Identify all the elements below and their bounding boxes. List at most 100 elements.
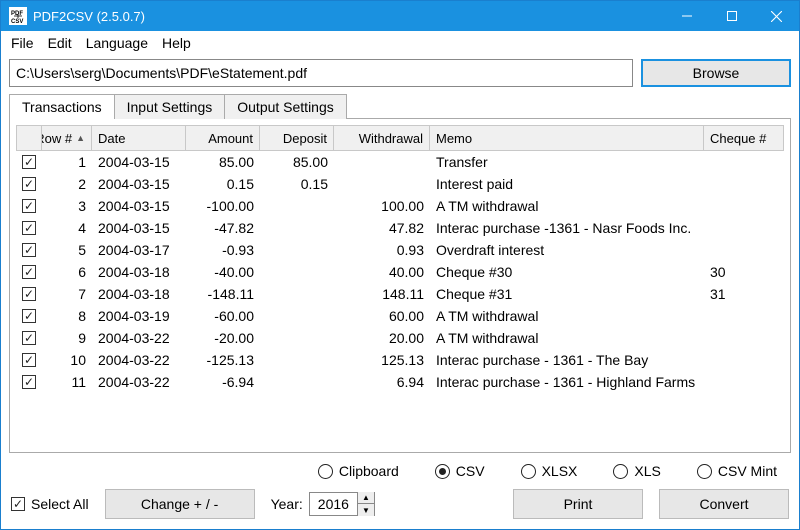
menu-help[interactable]: Help xyxy=(156,33,197,53)
cell-amount: -125.13 xyxy=(186,352,260,368)
minimize-button[interactable] xyxy=(664,1,709,31)
radio-xls[interactable]: XLS xyxy=(613,463,660,479)
col-deposit[interactable]: Deposit xyxy=(259,125,334,151)
checkbox-icon xyxy=(22,331,36,345)
cell-withdrawal: 0.93 xyxy=(334,242,430,258)
col-date[interactable]: Date xyxy=(91,125,186,151)
select-all-checkbox[interactable]: Select All xyxy=(11,496,89,512)
cell-memo: A TM withdrawal xyxy=(430,330,704,346)
table-row[interactable]: 92004-03-22-20.0020.00A TM withdrawal xyxy=(16,327,784,349)
cell-deposit: 0.15 xyxy=(260,176,334,192)
cell-cheque: 30 xyxy=(704,264,784,280)
row-checkbox[interactable] xyxy=(16,243,42,257)
table-row[interactable]: 72004-03-18-148.11148.11Cheque #3131 xyxy=(16,283,784,305)
browse-button[interactable]: Browse xyxy=(641,59,791,87)
cell-cheque: 31 xyxy=(704,286,784,302)
close-button[interactable] xyxy=(754,1,799,31)
cell-amount: -47.82 xyxy=(186,220,260,236)
row-checkbox[interactable] xyxy=(16,353,42,367)
cell-row: 11 xyxy=(42,374,92,390)
col-memo[interactable]: Memo xyxy=(429,125,704,151)
checkbox-icon xyxy=(22,265,36,279)
cell-row: 7 xyxy=(42,286,92,302)
spinner-buttons: ▲ ▼ xyxy=(357,492,374,516)
cell-amount: -100.00 xyxy=(186,198,260,214)
radio-xlsx[interactable]: XLSX xyxy=(521,463,578,479)
file-row: Browse xyxy=(1,55,799,91)
cell-memo: Interac purchase - 1361 - The Bay xyxy=(430,352,704,368)
checkbox-icon xyxy=(22,243,36,257)
cell-amount: -148.11 xyxy=(186,286,260,302)
col-cheque[interactable]: Cheque # xyxy=(703,125,784,151)
checkbox-icon xyxy=(11,497,25,511)
print-button[interactable]: Print xyxy=(513,489,643,519)
output-format-radios: Clipboard CSV XLSX XLS CSV Mint xyxy=(1,453,799,483)
row-checkbox[interactable] xyxy=(16,287,42,301)
transactions-grid: Row #▲ Date Amount Deposit Withdrawal Me… xyxy=(16,125,784,393)
table-row[interactable]: 102004-03-22-125.13125.13Interac purchas… xyxy=(16,349,784,371)
checkbox-icon xyxy=(22,353,36,367)
radio-csv-mint[interactable]: CSV Mint xyxy=(697,463,777,479)
table-row[interactable]: 32004-03-15-100.00100.00A TM withdrawal xyxy=(16,195,784,217)
file-path-input[interactable] xyxy=(9,59,633,87)
checkbox-icon xyxy=(22,309,36,323)
spin-down-icon[interactable]: ▼ xyxy=(358,504,374,516)
radio-icon xyxy=(613,464,628,479)
grid-header: Row #▲ Date Amount Deposit Withdrawal Me… xyxy=(16,125,784,151)
cell-row: 9 xyxy=(42,330,92,346)
radio-icon xyxy=(318,464,333,479)
tab-transactions[interactable]: Transactions xyxy=(9,94,115,119)
col-row[interactable]: Row #▲ xyxy=(41,125,92,151)
row-checkbox[interactable] xyxy=(16,155,42,169)
row-checkbox[interactable] xyxy=(16,309,42,323)
row-checkbox[interactable] xyxy=(16,265,42,279)
tab-strip: Transactions Input Settings Output Setti… xyxy=(9,93,791,118)
tab-output-settings[interactable]: Output Settings xyxy=(224,94,347,119)
year-label: Year: xyxy=(271,496,303,512)
app-window: PDFCSV PDF2CSV (2.5.0.7) File Edit Langu… xyxy=(0,0,800,530)
tab-input-settings[interactable]: Input Settings xyxy=(114,94,226,119)
row-checkbox[interactable] xyxy=(16,199,42,213)
menu-file[interactable]: File xyxy=(5,33,40,53)
year-spinner[interactable]: 2016 ▲ ▼ xyxy=(309,492,375,516)
cell-row: 6 xyxy=(42,264,92,280)
table-row[interactable]: 112004-03-22-6.946.94Interac purchase - … xyxy=(16,371,784,393)
row-checkbox[interactable] xyxy=(16,177,42,191)
maximize-button[interactable] xyxy=(709,1,754,31)
spin-up-icon[interactable]: ▲ xyxy=(358,492,374,504)
cell-amount: -6.94 xyxy=(186,374,260,390)
cell-date: 2004-03-22 xyxy=(92,374,186,390)
cell-withdrawal: 6.94 xyxy=(334,374,430,390)
change-sign-button[interactable]: Change + / - xyxy=(105,489,255,519)
col-amount[interactable]: Amount xyxy=(185,125,260,151)
radio-csv[interactable]: CSV xyxy=(435,463,485,479)
convert-button[interactable]: Convert xyxy=(659,489,789,519)
row-checkbox[interactable] xyxy=(16,221,42,235)
cell-amount: -20.00 xyxy=(186,330,260,346)
table-row[interactable]: 52004-03-17-0.930.93Overdraft interest xyxy=(16,239,784,261)
row-checkbox[interactable] xyxy=(16,331,42,345)
cell-date: 2004-03-15 xyxy=(92,154,186,170)
cell-withdrawal: 40.00 xyxy=(334,264,430,280)
radio-clipboard[interactable]: Clipboard xyxy=(318,463,399,479)
checkbox-icon xyxy=(22,155,36,169)
table-row[interactable]: 62004-03-18-40.0040.00Cheque #3030 xyxy=(16,261,784,283)
cell-date: 2004-03-15 xyxy=(92,176,186,192)
menu-language[interactable]: Language xyxy=(80,33,154,53)
cell-row: 1 xyxy=(42,154,92,170)
table-row[interactable]: 22004-03-150.150.15Interest paid xyxy=(16,173,784,195)
col-check[interactable] xyxy=(16,125,42,151)
table-row[interactable]: 42004-03-15-47.8247.82Interac purchase -… xyxy=(16,217,784,239)
radio-icon xyxy=(697,464,712,479)
row-checkbox[interactable] xyxy=(16,375,42,389)
col-withdrawal[interactable]: Withdrawal xyxy=(333,125,430,151)
checkbox-icon xyxy=(22,177,36,191)
cell-row: 3 xyxy=(42,198,92,214)
menu-edit[interactable]: Edit xyxy=(42,33,78,53)
table-row[interactable]: 82004-03-19-60.0060.00A TM withdrawal xyxy=(16,305,784,327)
bottom-toolbar: Select All Change + / - Year: 2016 ▲ ▼ P… xyxy=(1,483,799,529)
cell-date: 2004-03-22 xyxy=(92,352,186,368)
table-row[interactable]: 12004-03-1585.0085.00Transfer xyxy=(16,151,784,173)
grid-body: 12004-03-1585.0085.00Transfer22004-03-15… xyxy=(16,151,784,393)
cell-withdrawal: 47.82 xyxy=(334,220,430,236)
